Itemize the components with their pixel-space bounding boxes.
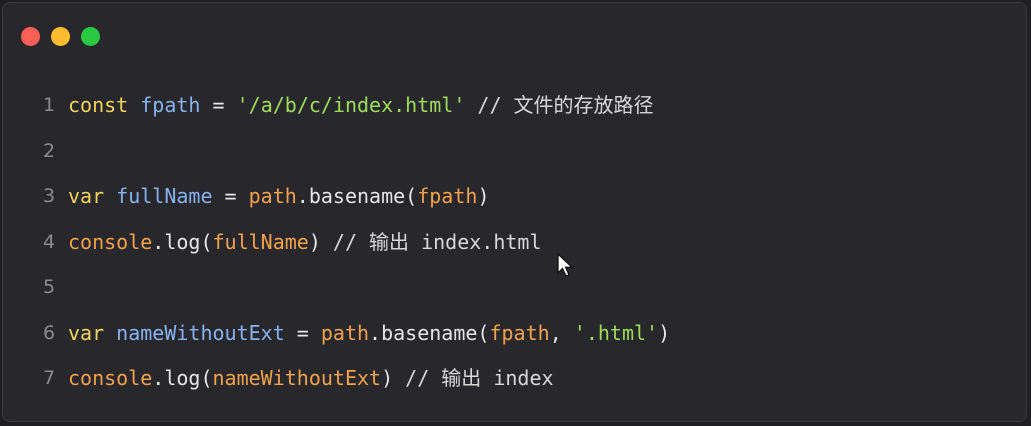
code-token: // 文件的存放路径 (465, 93, 654, 117)
code-token: path (248, 184, 297, 208)
code-token: fpath (140, 93, 201, 117)
mouse-pointer-icon (557, 253, 574, 277)
code-token: path (320, 320, 370, 345)
code-token: .basename( (296, 184, 418, 208)
code-token: '.html' (573, 320, 659, 345)
code-token: = (212, 184, 249, 208)
code-token: fullName (212, 229, 309, 254)
window-controls (21, 27, 100, 46)
code-line: 7 console.log(nameWithoutExt) // 输出 index (43, 360, 670, 406)
code-token: = (284, 320, 321, 345)
code-token: .log( (152, 229, 213, 254)
code-line: 1 const fpath = '/a/b/c/index.html' // 文件… (43, 87, 670, 133)
code-token: fullName (116, 184, 213, 208)
code-token: ) (477, 184, 490, 208)
code-line: 5 (43, 269, 670, 315)
code-window: 1 const fpath = '/a/b/c/index.html' // 文件… (2, 2, 1027, 422)
code-token: ) (381, 366, 394, 390)
close-button[interactable] (21, 27, 40, 46)
line-number: 4 (43, 230, 56, 253)
code-token: .log( (152, 366, 213, 390)
line-content: console.log(nameWithoutExt) // 输出 index (68, 360, 554, 406)
line-number: 3 (43, 185, 56, 207)
code-token: const (68, 93, 129, 117)
code-token: fpath (489, 320, 550, 345)
line-number: 6 (43, 321, 56, 344)
line-number: 5 (43, 276, 56, 298)
maximize-button[interactable] (81, 27, 100, 46)
code-line: 6 var nameWithoutExt = path.basename(fpat… (43, 315, 670, 361)
code-token: ) (308, 229, 321, 254)
code-token: , (549, 320, 574, 345)
code-line: 2 (43, 133, 670, 179)
line-number: 1 (43, 94, 56, 116)
code-token: console (68, 229, 153, 254)
code-token: var (68, 320, 105, 345)
line-number: 2 (43, 139, 56, 162)
code-block: 1 const fpath = '/a/b/c/index.html' // 文件… (43, 87, 670, 406)
code-token: .basename( (369, 320, 490, 345)
code-token: // 输出 index.html (320, 229, 542, 254)
line-content: const fpath = '/a/b/c/index.html' // 文件的… (68, 87, 654, 133)
code-token: fpath (417, 184, 478, 208)
line-content: var nameWithoutExt = path.basename(fpath… (68, 315, 670, 361)
code-token: nameWithoutExt (212, 366, 382, 390)
code-token: console (68, 366, 153, 390)
code-token: ) (658, 320, 671, 345)
minimize-button[interactable] (51, 27, 70, 46)
line-number: 7 (43, 367, 56, 389)
line-content: var fullName = path.basename(fpath) (68, 178, 489, 224)
code-token: nameWithoutExt (116, 320, 285, 345)
code-token: var (68, 184, 105, 208)
code-line: 4 console.log(fullName) // 输出 index.html (43, 224, 670, 270)
code-token: = (200, 93, 237, 117)
code-token: '/a/b/c/index.html' (236, 93, 466, 117)
code-line: 3 var fullName = path.basename(fpath) (43, 178, 670, 224)
line-content: console.log(fullName) // 输出 index.html (68, 224, 542, 270)
code-token: // 输出 index (393, 366, 554, 390)
